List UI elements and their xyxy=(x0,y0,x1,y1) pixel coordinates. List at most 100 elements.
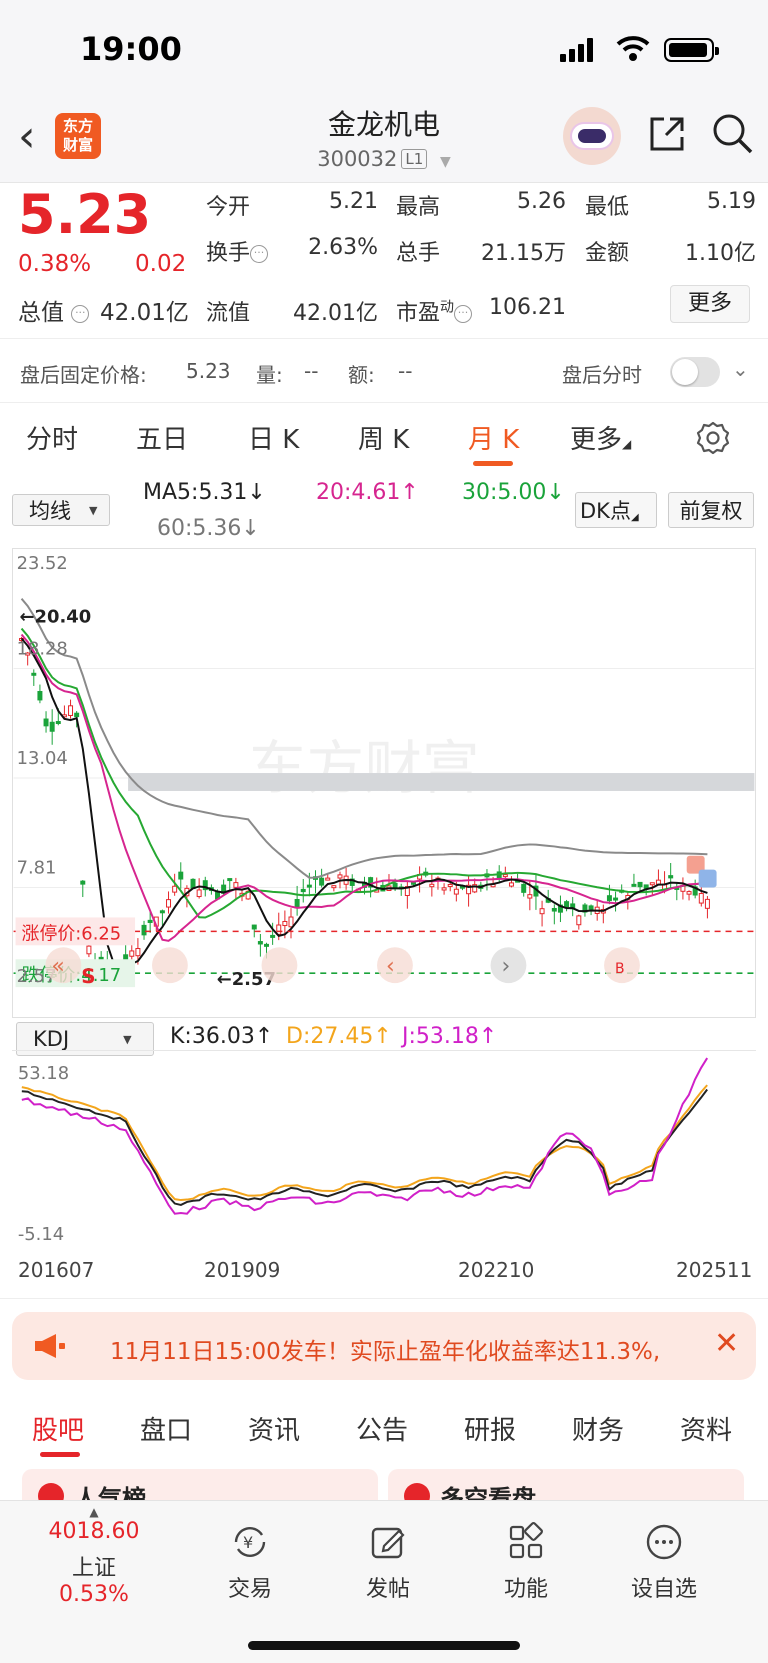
tab-five-day[interactable]: 五日 xyxy=(136,419,188,456)
tab-pankou[interactable]: 盘口 xyxy=(140,1410,192,1447)
tab-news[interactable]: 资讯 xyxy=(248,1410,300,1447)
s-marker-icon[interactable] xyxy=(698,869,717,888)
quote-panel: 5.23 0.38% 0.02 总值 ··· 42.01亿 今开 5.21 最高… xyxy=(0,183,768,338)
candle xyxy=(196,889,202,898)
candle xyxy=(686,891,692,895)
candle xyxy=(447,883,453,887)
candle xyxy=(655,879,661,885)
tab-indicator xyxy=(473,461,513,466)
home-indicator xyxy=(248,1641,520,1650)
candle xyxy=(227,878,233,882)
dots-icon[interactable]: ··· xyxy=(454,305,473,323)
y-label: 13.04 xyxy=(17,748,68,769)
adjust-select[interactable]: 前复权 xyxy=(668,492,754,528)
index-ticker[interactable]: ▲ 4018.60 上证 0.53% xyxy=(34,1505,154,1607)
candle xyxy=(337,874,343,879)
tabbar-post[interactable]: 发帖 xyxy=(338,1521,438,1603)
after-hours-amt: -- xyxy=(398,359,413,383)
edit-icon xyxy=(371,1527,405,1559)
close-icon[interactable]: ✕ xyxy=(714,1326,739,1361)
sell-signal: S xyxy=(81,965,95,988)
candle xyxy=(135,948,141,957)
nav-dot[interactable] xyxy=(261,947,298,984)
candle xyxy=(159,910,165,914)
tab-more[interactable]: 更多◢ xyxy=(570,419,631,456)
more-button[interactable]: 更多 xyxy=(670,285,750,323)
candle xyxy=(539,908,545,915)
high-label: 最高 xyxy=(396,195,441,220)
wifi-icon xyxy=(616,36,650,61)
tab-timeshare[interactable]: 分时 xyxy=(26,419,78,456)
after-hours-vol: -- xyxy=(304,359,319,383)
status-time: 19:00 xyxy=(80,30,182,68)
banner-text: 11月11日15:00发车！实际止盈年化收益率达11.3%, xyxy=(110,1339,661,1365)
candle xyxy=(233,882,239,888)
divider xyxy=(0,1298,768,1299)
kdj-d-line xyxy=(21,1084,708,1202)
tabbar-add-watchlist[interactable]: 设自选 xyxy=(614,1521,714,1603)
tab-profile[interactable]: 资料 xyxy=(680,1410,732,1447)
after-hours-vol-label: 量: xyxy=(256,363,283,387)
kdj-y-max: 53.18 xyxy=(18,1063,69,1084)
candle xyxy=(649,882,655,886)
tab-more-label: 更多 xyxy=(570,425,623,455)
chevron-right-icon: › xyxy=(501,954,510,979)
candle xyxy=(325,877,331,881)
tab-research[interactable]: 研报 xyxy=(464,1410,516,1447)
caret-up-icon: ▲ xyxy=(89,1505,99,1519)
ai-assistant-icon[interactable] xyxy=(563,107,621,165)
x-label: 201909 xyxy=(204,1258,281,1282)
hot-list-card[interactable]: 人气榜 xyxy=(22,1469,378,1500)
open-label: 今开 xyxy=(206,195,251,220)
caret-down-icon: ▼ xyxy=(89,503,98,517)
corner-caret-icon: ◢ xyxy=(630,511,639,523)
candle xyxy=(31,672,37,676)
search-icon[interactable] xyxy=(710,111,754,155)
index-value: 4018.60 xyxy=(48,1519,140,1544)
last-price: 5.23 xyxy=(18,183,152,246)
dots-icon[interactable]: ··· xyxy=(71,305,90,323)
candle xyxy=(576,915,582,926)
candle xyxy=(300,888,306,893)
double-chevron-left-icon: « xyxy=(51,954,64,979)
dk-point-select[interactable]: DK点 ◢ xyxy=(575,492,657,528)
candle xyxy=(668,875,674,879)
candle xyxy=(251,924,257,930)
candle xyxy=(410,881,416,885)
index-line: 上证 0.53% xyxy=(34,1550,154,1607)
promo-banner[interactable]: 11月11日15:00发车！实际止盈年化收益率达11.3%, ✕ xyxy=(12,1312,756,1380)
tab-announcements[interactable]: 公告 xyxy=(356,1410,408,1447)
chevron-down-icon[interactable]: ⌄ xyxy=(732,357,749,381)
nav-dot[interactable] xyxy=(151,947,188,984)
candle xyxy=(147,919,153,923)
kline-chart[interactable]: 东方财富 涨停价:6.25 跌停价:4.17 23.52 18.28 13.04… xyxy=(12,548,756,1018)
pe-value: 106.21 xyxy=(489,295,566,320)
x-label: 202210 xyxy=(458,1258,535,1282)
share-icon[interactable] xyxy=(646,113,688,155)
chart-icon xyxy=(404,1483,430,1500)
tabbar-features[interactable]: 功能 xyxy=(476,1521,576,1603)
tab-finance[interactable]: 财务 xyxy=(572,1410,624,1447)
after-hours-label: 盘后固定价格: xyxy=(20,363,147,387)
candle xyxy=(502,874,508,878)
bull-bear-card[interactable]: 多空看盘 xyxy=(388,1469,744,1500)
dots-icon[interactable]: ··· xyxy=(250,245,269,263)
tabbar-trade-label: 交易 xyxy=(227,1577,272,1602)
tab-month-k[interactable]: 月 K xyxy=(468,419,519,456)
chevron-left-icon: ‹ xyxy=(386,954,395,979)
svg-text:东方财富: 东方财富 xyxy=(249,734,480,802)
tabbar-trade[interactable]: ¥ 交易 xyxy=(200,1521,300,1603)
low-label: 最低 xyxy=(585,195,630,220)
scroll-prev-button[interactable] xyxy=(377,947,413,984)
ma-select[interactable]: 均线 ▼ xyxy=(12,494,110,526)
level-badge: L1 xyxy=(401,149,428,169)
tab-week-k[interactable]: 周 K xyxy=(358,419,409,456)
tab-day-k[interactable]: 日 K xyxy=(248,419,299,456)
kdj-k-line xyxy=(21,1088,708,1206)
after-hours-toggle[interactable] xyxy=(670,357,720,387)
candle xyxy=(270,934,276,938)
kdj-d-value: D:27.45↑ xyxy=(286,1024,392,1049)
tab-guba[interactable]: 股吧 xyxy=(32,1410,84,1447)
candle xyxy=(551,907,557,912)
gear-icon[interactable] xyxy=(696,421,730,455)
